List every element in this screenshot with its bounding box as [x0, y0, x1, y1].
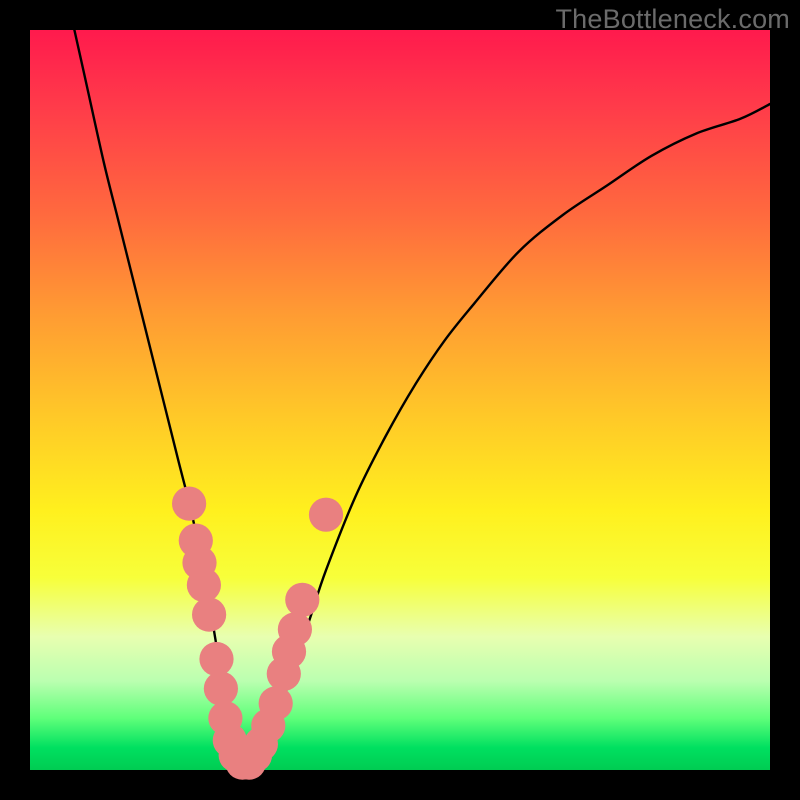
data-marker: [192, 598, 226, 632]
data-marker: [172, 487, 206, 521]
data-marker: [309, 498, 343, 532]
bottleneck-curve: [74, 30, 770, 765]
curve-path: [74, 30, 770, 765]
data-marker: [204, 672, 238, 706]
data-markers: [172, 487, 343, 780]
curve-svg: [30, 30, 770, 770]
data-marker: [285, 583, 319, 617]
chart-frame: TheBottleneck.com: [0, 0, 800, 800]
data-marker: [199, 642, 233, 676]
data-marker: [259, 686, 293, 720]
plot-area: [30, 30, 770, 770]
data-marker: [278, 612, 312, 646]
data-marker: [187, 568, 221, 602]
